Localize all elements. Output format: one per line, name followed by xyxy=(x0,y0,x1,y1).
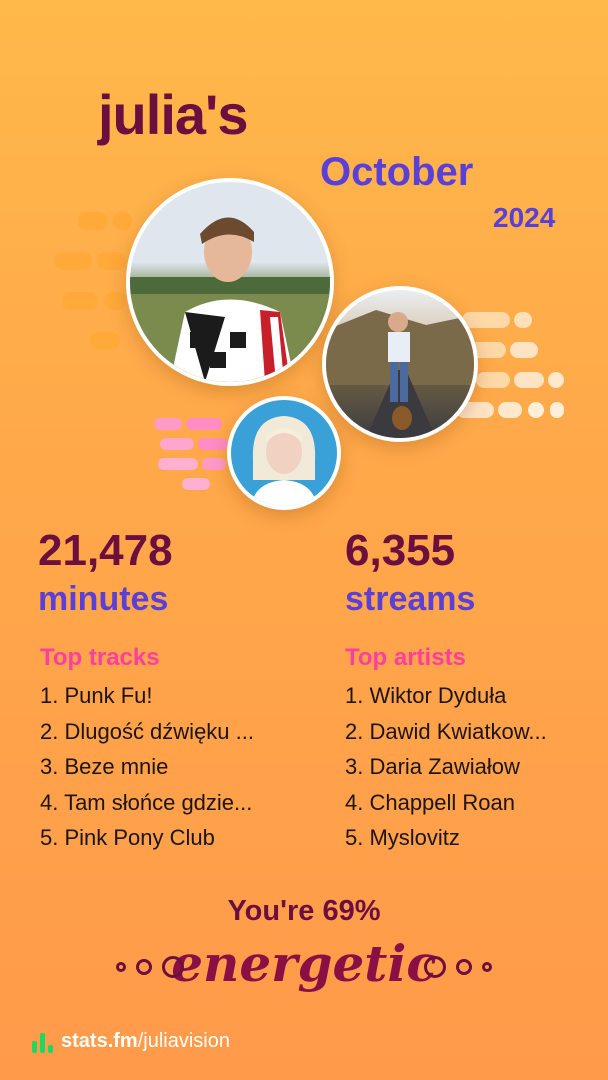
list-item: 2. Dawid Kwiatkow... xyxy=(345,718,547,744)
minutes-value: 21,478 xyxy=(38,526,173,575)
list-item: 3. Daria Zawiałow xyxy=(345,754,520,779)
artist-photo-third xyxy=(227,396,341,510)
streams-label: streams xyxy=(345,580,476,618)
top-tracks-list: 1. Punk Fu! 2. Dlugość dźwięku ... 3. Be… xyxy=(40,678,290,856)
mood-percentage-line: You're 69% xyxy=(227,895,381,927)
month-label: October xyxy=(320,150,474,194)
profile-path: /juliavision xyxy=(137,1030,230,1052)
streams-value: 6,355 xyxy=(345,526,456,575)
username-title: julia's xyxy=(98,83,248,146)
year-label: 2024 xyxy=(493,202,556,233)
list-item: 3. Beze mnie xyxy=(40,754,169,779)
minutes-label: minutes xyxy=(38,580,169,618)
list-item: 2. Dlugość dźwięku ... xyxy=(40,718,254,744)
list-item: 4. Tam słońce gdzie... xyxy=(40,789,253,815)
list-item: 5. Myslovitz xyxy=(345,825,460,850)
brand-name: stats.fm xyxy=(61,1030,138,1052)
top-tracks-heading: Top tracks xyxy=(40,644,160,671)
top-artists-heading: Top artists xyxy=(345,644,466,671)
list-item: 1. Wiktor Dyduła xyxy=(345,683,507,708)
list-item: 5. Pink Pony Club xyxy=(40,825,215,850)
artist-photo-main xyxy=(126,178,334,386)
stats-bars-icon xyxy=(32,1031,53,1053)
footer-link[interactable]: stats.fm/juliavision xyxy=(61,1030,230,1053)
top-artists-list: 1. Wiktor Dyduła 2. Dawid Kwiatkow... 3.… xyxy=(345,678,595,856)
list-item: 4. Chappell Roan xyxy=(345,789,516,815)
footer-brand[interactable]: stats.fm/juliavision xyxy=(32,1030,230,1053)
artist-photo-second xyxy=(322,286,478,442)
mood-word: energetic xyxy=(171,934,437,993)
list-item: 1. Punk Fu! xyxy=(40,683,153,708)
